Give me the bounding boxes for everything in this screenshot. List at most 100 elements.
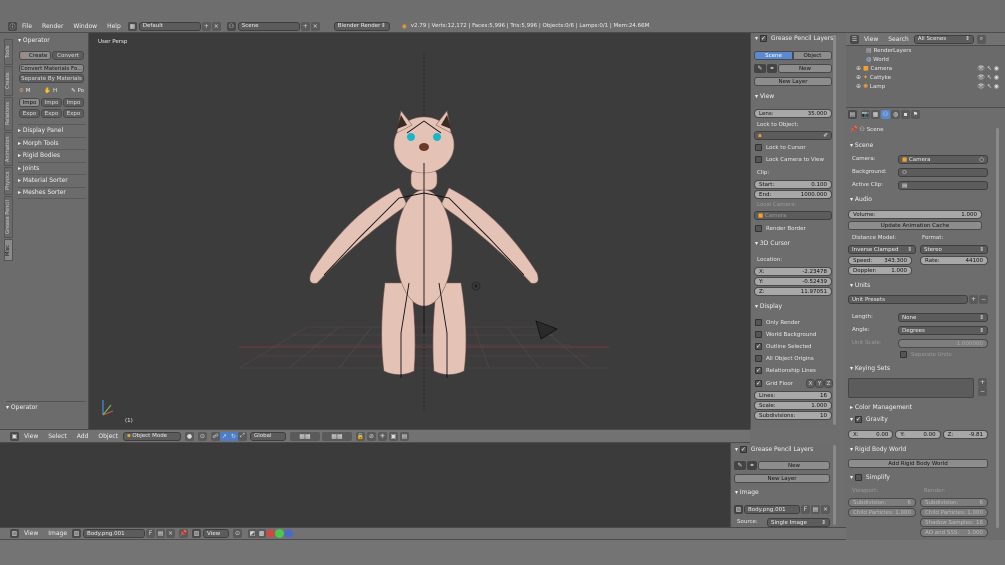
- layout-grid-icon[interactable]: ▦: [127, 21, 137, 31]
- mmd-m-button[interactable]: ⚙ M: [19, 88, 30, 94]
- translate-icon[interactable]: ↗: [219, 431, 229, 441]
- panel-display[interactable]: ▸ Display Panel: [18, 124, 86, 137]
- unit-scale-field[interactable]: 1.000000: [898, 339, 988, 348]
- simplify-subdivision-render[interactable]: Subdivision: 6: [920, 498, 988, 507]
- clear-icon[interactable]: ○: [979, 157, 984, 163]
- scene-field[interactable]: Scene: [237, 21, 300, 31]
- tree-item-renderlayers[interactable]: ▤ RenderLayers: [856, 46, 999, 55]
- eye-icon[interactable]: 👁 ↖ ◉: [977, 65, 999, 72]
- view-dropdown[interactable]: View: [203, 529, 230, 538]
- background-field[interactable]: ⚇: [898, 168, 988, 177]
- image-sidebar-scrollbar[interactable]: [833, 445, 836, 525]
- operator-panel-header[interactable]: ▾ Operator: [18, 37, 50, 44]
- scale-icon[interactable]: ⤢: [237, 431, 247, 441]
- outline-selected-checkbox[interactable]: ✓ Outline Selected: [755, 343, 812, 350]
- import-button-2[interactable]: Impo: [41, 98, 62, 107]
- lock-object-field[interactable]: ▪ ✐: [754, 131, 832, 140]
- grid-z-toggle[interactable]: Z: [824, 379, 833, 388]
- distance-model-dropdown[interactable]: Inverse Clamped ⇕: [848, 245, 916, 254]
- export-button-3[interactable]: Expo: [63, 109, 84, 118]
- cursor-z-field[interactable]: Z: 11.97051: [754, 287, 832, 296]
- keying-sets-list[interactable]: [848, 378, 974, 398]
- gravity-header[interactable]: ▾ ✓ Gravity: [850, 416, 888, 423]
- menu-view[interactable]: View: [864, 36, 878, 43]
- tab-create[interactable]: Create: [4, 66, 13, 96]
- pencil-icon[interactable]: ✎: [754, 64, 766, 73]
- image-browse-icon[interactable]: ▨: [72, 529, 82, 538]
- tab-tools[interactable]: Tools: [4, 39, 13, 65]
- add-preset-icon[interactable]: +: [969, 295, 978, 304]
- pencil-icon[interactable]: ✎: [734, 461, 746, 470]
- separate-materials-button[interactable]: Separate By Materials: [19, 74, 84, 83]
- menu-window[interactable]: Window: [73, 23, 97, 30]
- grid-x-toggle[interactable]: X: [806, 379, 815, 388]
- mmd-po-button[interactable]: ✎ Po: [71, 88, 84, 94]
- manipulator-icon[interactable]: ☍: [210, 431, 220, 441]
- outline-selected-check[interactable]: ✓: [755, 343, 762, 350]
- gravity-y-field[interactable]: Y: 0.00: [895, 430, 941, 439]
- update-animation-cache-button[interactable]: Update Animation Cache: [848, 221, 982, 230]
- remove-layout-icon[interactable]: ×: [211, 21, 221, 31]
- menu-render[interactable]: Render: [42, 23, 63, 30]
- gravity-x-field[interactable]: X: 0.00: [848, 430, 894, 439]
- render-border-checkbox[interactable]: Render Border: [755, 225, 806, 232]
- unlink-image-icon[interactable]: ×: [821, 505, 830, 514]
- length-dropdown[interactable]: None ⇕: [898, 313, 988, 322]
- menu-view[interactable]: View: [24, 433, 38, 440]
- menu-help[interactable]: Help: [107, 23, 121, 30]
- image-gp-new-layer-button[interactable]: New Layer: [734, 474, 830, 483]
- clip-start-field[interactable]: Start: 0.100: [754, 180, 832, 189]
- snap-element-icon[interactable]: ⁜: [377, 431, 387, 441]
- green-channel-icon[interactable]: [275, 529, 285, 538]
- gp-enable-checkbox[interactable]: ✓: [759, 35, 767, 42]
- menu-object[interactable]: Object: [98, 433, 118, 440]
- pin-icon[interactable]: 📌: [850, 126, 857, 133]
- opengl-render-icon[interactable]: ▤: [399, 431, 409, 441]
- add-scene-icon[interactable]: +: [300, 21, 310, 31]
- gp-data-icon[interactable]: ⚭: [767, 64, 777, 73]
- tab-animation[interactable]: Animation: [4, 132, 13, 166]
- gp-new-layer-button[interactable]: New Layer: [754, 77, 832, 86]
- world-background-check[interactable]: [755, 331, 762, 338]
- new-image-icon[interactable]: ▤: [156, 529, 166, 538]
- lock-camera-check[interactable]: [755, 156, 762, 163]
- rigid-body-world-header[interactable]: ▾ Rigid Body World: [850, 446, 906, 453]
- outliner-filter-dropdown[interactable]: All Scenes ⇕: [913, 34, 974, 44]
- import-button-3[interactable]: Impo: [63, 98, 84, 107]
- blue-channel-icon[interactable]: [284, 529, 294, 538]
- eye-icon[interactable]: 👁 ↖ ◉: [977, 74, 999, 81]
- active-clip-field[interactable]: ▤: [898, 181, 988, 190]
- gp-new-button[interactable]: New: [778, 64, 832, 73]
- menu-search[interactable]: Search: [888, 36, 909, 43]
- layers-tab-icon[interactable]: ▦: [871, 110, 880, 119]
- tab-grease-pencil[interactable]: Grease Pencil: [4, 196, 13, 238]
- color-management-header[interactable]: ▸ Color Management: [850, 404, 912, 411]
- gp-layers-header[interactable]: ▾ ✓ Grease Pencil Layers: [755, 35, 833, 42]
- editor-type-icon[interactable]: ▤: [848, 110, 857, 119]
- lock-camera-checkbox[interactable]: Lock Camera to View: [755, 156, 824, 163]
- world-tab-icon[interactable]: ◍: [891, 110, 900, 119]
- render-engine-dropdown[interactable]: Blender Render ⇕: [333, 21, 390, 31]
- eye-icon[interactable]: 👁 ↖ ◉: [977, 83, 999, 90]
- editor-type-icon[interactable]: ▣: [10, 431, 19, 441]
- layers-2-icon[interactable]: ▦▦: [321, 431, 352, 441]
- speed-field[interactable]: Speed: 343.300: [848, 256, 912, 265]
- format-dropdown[interactable]: Stereo ⇕: [920, 245, 988, 254]
- simplify-subdivision-viewport[interactable]: Subdivision: 6: [848, 498, 916, 507]
- lock-icon[interactable]: 🔒: [355, 431, 365, 441]
- relationship-lines-check[interactable]: ✓: [755, 367, 762, 374]
- scene-panel-header[interactable]: ▾ Scene: [850, 142, 873, 149]
- remove-keying-set-icon[interactable]: −: [978, 387, 987, 396]
- clip-end-field[interactable]: End: 1000.000: [754, 190, 832, 199]
- remove-preset-icon[interactable]: −: [979, 295, 988, 304]
- only-render-check[interactable]: [755, 319, 762, 326]
- menu-select[interactable]: Select: [48, 433, 67, 440]
- render-border-check[interactable]: [755, 225, 762, 232]
- display-panel-header[interactable]: ▾ Display: [755, 303, 782, 310]
- simplify-ao-sss[interactable]: AO and SSS: 1.000: [920, 528, 988, 537]
- scene-camera-field[interactable]: ■ Camera ○: [898, 155, 988, 164]
- n-panel-scrollbar[interactable]: [833, 35, 836, 425]
- simplify-shadow-samples[interactable]: Shadow Samples: 16: [920, 518, 988, 527]
- export-button-1[interactable]: Expo: [19, 109, 40, 118]
- simplify-child-particles-viewport[interactable]: Child Particles: 1.000: [848, 508, 916, 517]
